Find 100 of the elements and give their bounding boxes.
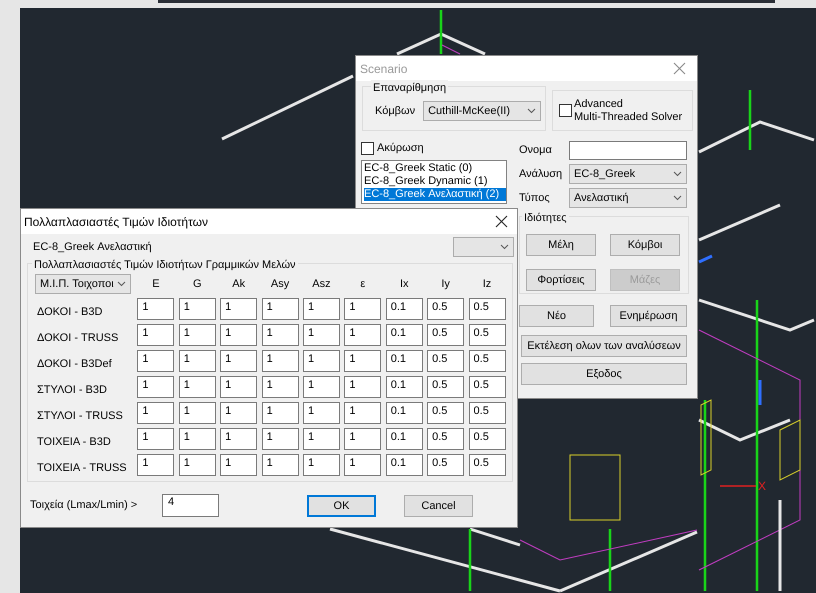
value-field[interactable]: 0.5 (468, 454, 506, 476)
value-field[interactable]: 0.5 (468, 376, 506, 398)
value-field[interactable]: 1 (178, 298, 216, 320)
window-outline (570, 454, 620, 520)
value-field[interactable]: 0.5 (468, 324, 506, 346)
value-field[interactable]: 1 (220, 454, 258, 476)
value-field[interactable]: 1 (262, 376, 299, 398)
column-header: Iz (482, 276, 492, 292)
property-button[interactable]: Κόμβοι (610, 234, 680, 256)
value-field[interactable]: 1 (262, 350, 299, 372)
value-field[interactable]: 0.5 (427, 298, 464, 320)
value-field[interactable]: 1 (262, 402, 299, 424)
run-all-button[interactable]: Εκτέλεση ολων των αναλύσεων (521, 335, 687, 357)
value-field[interactable]: 1 (262, 428, 299, 450)
value-field[interactable]: 1 (262, 298, 299, 320)
value-field[interactable]: 1 (178, 454, 216, 476)
value-field[interactable]: 1 (262, 324, 299, 346)
ratio-field[interactable]: 4 (162, 494, 219, 517)
value-field[interactable]: 1 (344, 350, 382, 372)
value-field[interactable]: 0.5 (468, 402, 506, 424)
value-field[interactable]: 1 (344, 428, 382, 450)
value-field[interactable]: 0.1 (386, 350, 423, 372)
value-field[interactable]: 1 (137, 298, 174, 320)
value-field[interactable]: 0.5 (427, 402, 464, 424)
material-select[interactable]: Μ.Ι.Π. Τοιχοποι (35, 274, 131, 294)
property-button[interactable]: Μέλη (526, 234, 596, 256)
value-field[interactable]: 1 (178, 376, 216, 398)
value-field[interactable]: 1 (220, 324, 258, 346)
value-field[interactable]: 1 (344, 454, 382, 476)
value-field[interactable]: 1 (344, 298, 382, 320)
value-field[interactable]: 1 (137, 324, 174, 346)
checkbox[interactable] (361, 142, 374, 154)
value-field[interactable]: 1 (302, 298, 340, 320)
checkbox-label: Advanced Multi-Threaded Solver (574, 98, 682, 124)
checkbox[interactable] (559, 104, 572, 117)
value-field[interactable]: 0.1 (386, 428, 423, 450)
value-field[interactable]: 1 (302, 324, 340, 346)
value-field[interactable]: 1 (178, 428, 216, 450)
value-field[interactable]: 1 (137, 428, 174, 450)
value-field[interactable]: 1 (178, 350, 216, 372)
row-label: ΔΟΚΟΙ - B3D (36, 304, 104, 320)
value-field[interactable]: 1 (178, 324, 216, 346)
value-field[interactable]: 1 (137, 350, 174, 372)
value-field[interactable]: 0.5 (427, 428, 464, 450)
value-field[interactable]: 0.1 (386, 454, 423, 476)
value-field[interactable]: 0.5 (468, 298, 506, 320)
window-title: Scenario (360, 60, 408, 78)
value-field[interactable]: 0.5 (468, 428, 506, 450)
value-field[interactable]: 1 (178, 402, 216, 424)
type-select[interactable]: Ανελαστική (569, 188, 687, 208)
value-field[interactable]: 1 (220, 298, 258, 320)
name-field[interactable] (569, 140, 687, 160)
value-field[interactable]: 0.5 (427, 454, 464, 476)
value-field[interactable]: 0.5 (468, 350, 506, 372)
value-field[interactable]: 1 (220, 402, 258, 424)
value-field[interactable]: 1 (137, 376, 174, 398)
field-label: Τύπος (519, 190, 551, 206)
value-field[interactable]: 1 (302, 350, 340, 372)
field-label: Κόμβων (375, 104, 416, 119)
property-button[interactable]: Φορτίσεις (526, 269, 596, 291)
exit-button[interactable]: Εξοδος (521, 363, 687, 385)
value-field[interactable]: 1 (302, 428, 340, 450)
value-field[interactable]: 1 (344, 376, 382, 398)
value-field[interactable]: 1 (220, 350, 258, 372)
list-item[interactable]: EC-8_Greek Dynamic (1) (364, 175, 506, 188)
ok-button[interactable]: OK (307, 495, 376, 518)
cancel-button[interactable]: Cancel (404, 495, 473, 518)
close-icon (494, 215, 508, 228)
value-field[interactable]: 1 (220, 376, 258, 398)
row-label: ΔΟΚΟΙ - TRUSS (36, 330, 120, 346)
value-field[interactable]: 1 (137, 402, 174, 424)
field-label: Ονομα (519, 142, 553, 158)
analysis-select[interactable]: EC-8_Greek (569, 164, 687, 184)
row-label: ΤΟΙΧΕΙΑ - B3D (36, 434, 112, 450)
value-field[interactable]: 0.1 (386, 324, 423, 346)
value-field[interactable]: 0.1 (386, 402, 423, 424)
value-field[interactable]: 0.1 (386, 298, 423, 320)
list-item[interactable]: EC-8_Greek Static (0) (364, 162, 506, 175)
value-field[interactable]: 0.1 (386, 376, 423, 398)
value-field[interactable]: 1 (302, 454, 340, 476)
value-field[interactable]: 1 (262, 454, 299, 476)
field-label: Τοιχεία (Lmax/Lmin) > (30, 498, 138, 513)
value-field[interactable]: 1 (302, 376, 340, 398)
checkbox-label: Ακύρωση (377, 140, 424, 156)
value-field[interactable]: 1 (302, 402, 340, 424)
value-field[interactable]: 1 (137, 454, 174, 476)
value-field[interactable]: 1 (344, 324, 382, 346)
value-field[interactable]: 0.5 (427, 324, 464, 346)
renumbering-select[interactable]: Cuthill-McKee(II) (423, 101, 542, 121)
column-header: Ak (232, 276, 246, 292)
value-field[interactable]: 1 (220, 428, 258, 450)
update-button[interactable]: Ενημέρωση (610, 305, 687, 327)
column-header: ε (360, 276, 366, 292)
value-field[interactable]: 0.5 (427, 350, 464, 372)
row-label: ΣΤΥΛΟΙ - B3D (36, 382, 108, 398)
value-field[interactable]: 0.5 (427, 376, 464, 398)
value-field[interactable]: 1 (344, 402, 382, 424)
new-button[interactable]: Νέο (519, 305, 594, 327)
list-item[interactable]: EC-8_Greek Ανελαστική (2) (364, 188, 506, 201)
column-header: G (193, 276, 202, 292)
